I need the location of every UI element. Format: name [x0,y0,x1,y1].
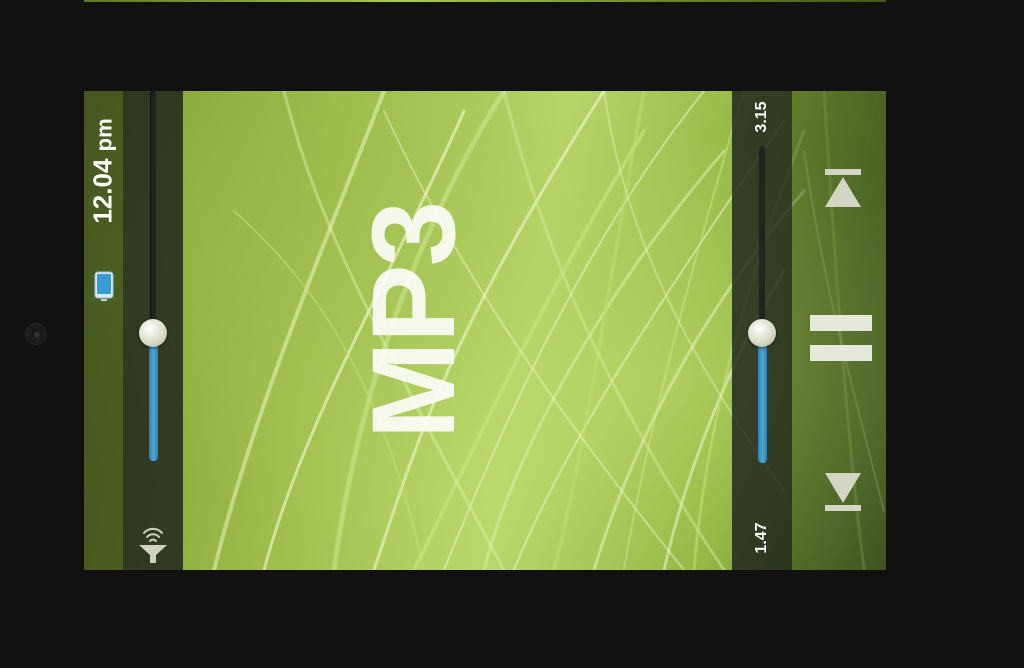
camera-icon [25,323,47,345]
pause-icon[interactable] [808,313,874,363]
volume-knob[interactable] [139,319,167,347]
track-title: MP3 [348,202,480,440]
clock: 12.04 pm [88,118,119,223]
volume-slider[interactable] [123,91,183,570]
total-time: 3.15 [753,101,770,133]
clock-ampm: pm [91,118,117,152]
volume-track [150,91,156,323]
skip-previous-icon[interactable] [823,471,863,513]
volume-fill [149,343,158,461]
phone-icon [94,271,114,301]
playback-controls [792,91,886,570]
progress-track [759,146,765,326]
wifi-icon [139,527,167,563]
progress-slider[interactable]: 3.15 1.47 [732,91,792,570]
progress-fill [758,343,767,463]
clock-time: 12.04 [87,158,118,224]
progress-knob[interactable] [748,319,776,347]
player-screen: 12.04 pm MP3 3.15 1.47 [84,91,886,570]
status-bar: 12.04 pm [84,91,123,570]
skip-next-icon[interactable] [823,167,863,209]
elapsed-time: 1.47 [753,522,770,554]
top-edge-strip [84,0,886,2]
